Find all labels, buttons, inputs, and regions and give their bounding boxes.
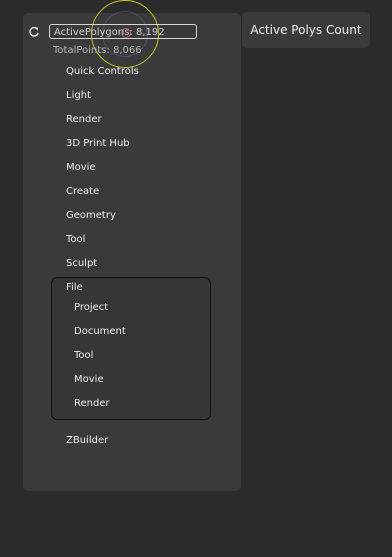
submenu-item-render[interactable]: Render [74, 398, 110, 410]
submenu-item-movie[interactable]: Movie [74, 374, 104, 386]
menu-item-movie[interactable]: Movie [66, 162, 96, 174]
active-polys-count-badge: Active Polys Count [242, 12, 370, 48]
menu-item-sculpt[interactable]: Sculpt [66, 258, 97, 270]
menu-item-render[interactable]: Render [66, 114, 102, 126]
submenu-item-project[interactable]: Project [74, 302, 108, 314]
total-points-label: TotalPoints: 8,066 [53, 45, 142, 56]
menu-item-zbuilder[interactable]: ZBuilder [66, 435, 108, 447]
submenu-item-document[interactable]: Document [74, 326, 126, 338]
menu-item-light[interactable]: Light [66, 90, 91, 102]
menu-item-create[interactable]: Create [66, 186, 99, 198]
active-polygons-field: ActivePolygons: 8,192 [49, 24, 197, 39]
menu-item-tool[interactable]: Tool [66, 234, 85, 246]
refresh-icon[interactable] [28, 23, 40, 37]
submenu-item-tool[interactable]: Tool [74, 350, 93, 362]
menu-item-quick-controls[interactable]: Quick Controls [66, 66, 139, 78]
menu-item-3d-print-hub[interactable]: 3D Print Hub [66, 138, 130, 150]
menu-item-geometry[interactable]: Geometry [66, 210, 116, 222]
menu-item-file[interactable]: File [66, 282, 83, 294]
